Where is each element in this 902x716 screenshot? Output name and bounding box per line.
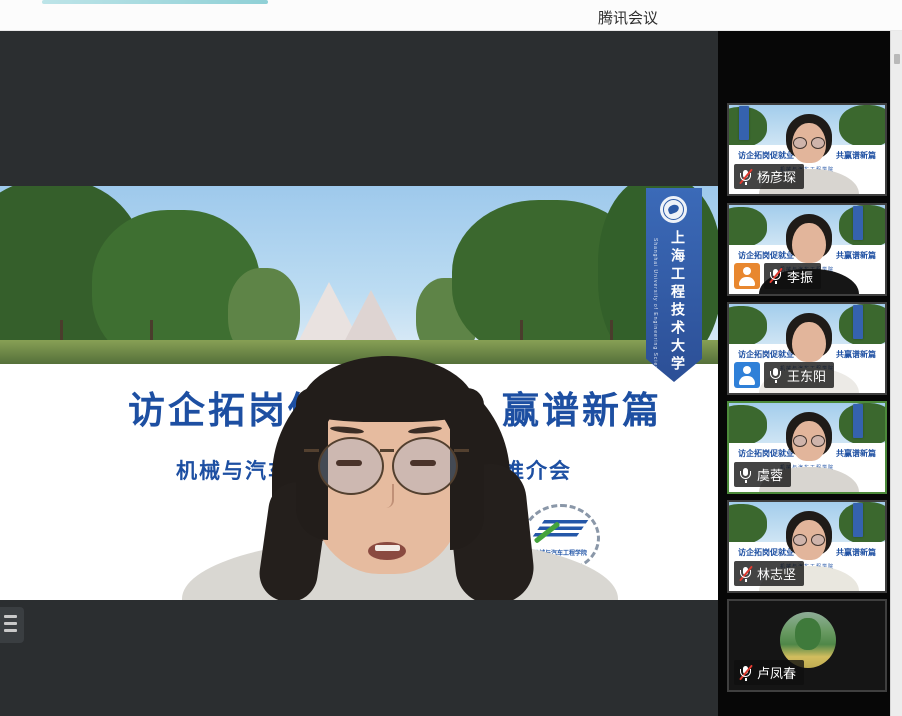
speaker-figure (0, 186, 718, 600)
glasses-icon (791, 435, 827, 447)
participant-tile-lizhen[interactable]: 访企拓岗促就业共赢谱新篇 机械与汽车工程学院 李振 (727, 203, 887, 296)
participant-tile-lufengchun[interactable]: 卢凤春 (727, 599, 887, 692)
person-badge-icon (734, 362, 760, 388)
mic-muted-icon (739, 566, 752, 582)
app-title: 腾讯会议 (598, 7, 658, 28)
main-video-stage[interactable]: 上海工程技术大学 Shanghai University of Engineer… (0, 186, 718, 600)
titlebar: 腾讯会议 (0, 0, 902, 31)
tab-indicator (42, 0, 268, 4)
main-stage: 上海工程技术大学 Shanghai University of Engineer… (0, 30, 718, 716)
sidebar-scrollbar[interactable] (890, 30, 902, 716)
name-pill: 林志坚 (734, 561, 804, 586)
participant-name: 王东阳 (787, 366, 826, 385)
mic-muted-icon (769, 268, 782, 284)
mic-on-icon (769, 367, 782, 383)
participant-name: 虞蓉 (757, 465, 783, 484)
participant-tile-linzhijian[interactable]: 访企拓岗促就业共赢谱新篇 机械与汽车工程学院 林志坚 (727, 500, 887, 593)
glasses-icon (791, 137, 827, 149)
name-pill: 卢凤春 (734, 660, 804, 685)
participant-tile-yurong[interactable]: 访企拓岗促就业共赢谱新篇 机械与汽车工程学院 虞蓉 (727, 401, 887, 494)
participant-name: 卢凤春 (757, 663, 796, 682)
name-pill: 虞蓉 (734, 462, 791, 487)
participant-name: 林志坚 (757, 564, 796, 583)
mic-muted-icon (739, 169, 752, 185)
name-pill: 王东阳 (764, 362, 834, 388)
list-icon (4, 615, 17, 618)
app-window: 腾讯会议 上海工程技术大学 Shanghai University of Eng… (0, 0, 902, 716)
participant-tile-yangyanchen[interactable]: 访企拓岗促就业共赢谱新篇 机械与汽车工程学院 杨彦琛 (727, 103, 887, 196)
participants-sidebar: 访企拓岗促就业共赢谱新篇 机械与汽车工程学院 杨彦琛 访企拓岗促就业共赢谱新篇 (718, 30, 890, 716)
name-pill: 杨彦琛 (734, 164, 804, 189)
participant-name: 杨彦琛 (757, 167, 796, 186)
glasses-icon (791, 534, 827, 546)
mic-muted-icon (739, 665, 752, 681)
person-badge-icon (734, 263, 760, 289)
name-pill: 李振 (764, 263, 821, 289)
participant-tile-wangdongyang[interactable]: 访企拓岗促就业共赢谱新篇 机械与汽车工程学院 王东阳 (727, 302, 887, 395)
participant-name: 李振 (787, 267, 813, 286)
mic-on-icon (739, 467, 752, 483)
layout-list-button[interactable] (0, 607, 24, 643)
